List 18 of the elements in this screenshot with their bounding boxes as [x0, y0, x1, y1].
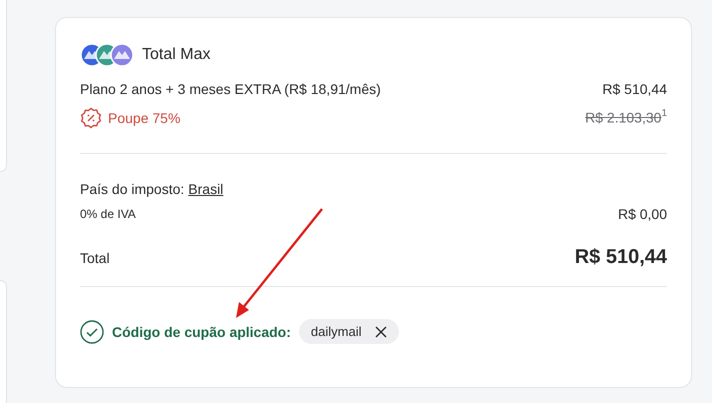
plan-label: Plano 2 anos + 3 meses EXTRA (R$ 18,91/mês) [80, 81, 381, 97]
vat-label: 0% de IVA [80, 207, 136, 221]
original-price: R$ 2.103,30 [585, 110, 662, 126]
footnote-mark: 1 [661, 108, 667, 120]
tax-country-label: País do imposto: [80, 181, 184, 197]
product-name: Total Max [142, 46, 210, 64]
remove-coupon-button[interactable] [375, 326, 388, 338]
savings-label: Poupe 75% [108, 110, 180, 126]
total-label: Total [80, 250, 110, 266]
coupon-code: dailymail [310, 324, 362, 339]
vat-amount: R$ 0,00 [618, 206, 667, 222]
total-amount: R$ 510,44 [574, 246, 667, 269]
product-logo-icon [80, 43, 134, 67]
discount-badge-icon [80, 107, 102, 129]
plan-price: R$ 510,44 [602, 81, 667, 97]
coupon-applied-label: Código de cupão aplicado: [112, 324, 291, 340]
country-link[interactable]: Brasil [188, 181, 224, 197]
check-circle-icon [80, 320, 104, 344]
